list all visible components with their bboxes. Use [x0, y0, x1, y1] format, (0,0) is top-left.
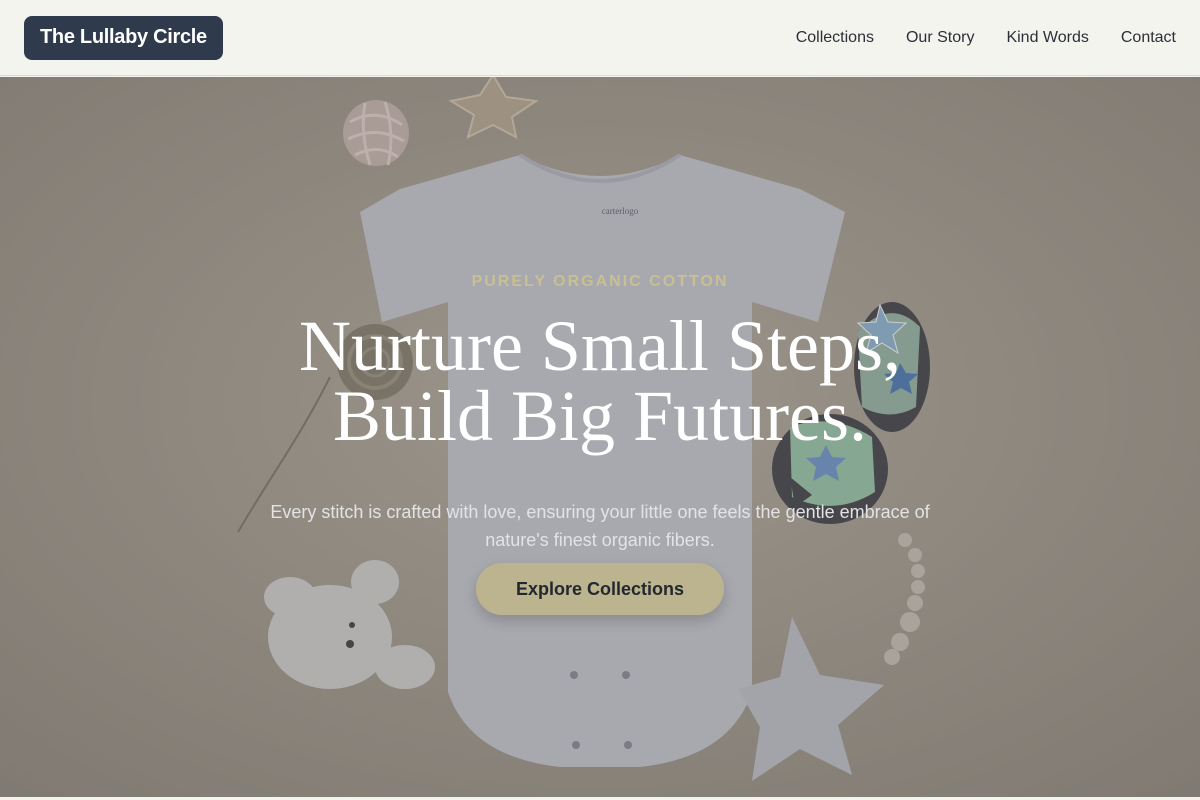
hero-subtext: Every stitch is crafted with love, ensur… [270, 502, 930, 550]
site-header: The Lullaby Circle Collections Our Story… [0, 0, 1200, 76]
main-nav: Collections Our Story Kind Words Contact [796, 29, 1176, 47]
brand-logo[interactable]: The Lullaby Circle [24, 15, 223, 60]
nav-kind-words[interactable]: Kind Words [1006, 29, 1088, 47]
headline-line-2: Build Big Futures. [332, 376, 868, 456]
nav-contact[interactable]: Contact [1121, 29, 1176, 47]
hero-eyebrow: PURELY ORGANIC COTTON [471, 273, 729, 290]
hero-headline: Nurture Small Steps, Build Big Futures. [200, 310, 1000, 452]
nav-our-story[interactable]: Our Story [906, 29, 974, 47]
explore-collections-button[interactable]: Explore Collections [476, 563, 724, 615]
nav-collections[interactable]: Collections [796, 29, 874, 47]
headline-line-1: Nurture Small Steps, [299, 306, 901, 386]
hero-content: PURELY ORGANIC COTTON Nurture Small Step… [0, 77, 1200, 797]
hero-section: carterlogo PURELY ORGANIC COTTON Nurture… [0, 77, 1200, 797]
